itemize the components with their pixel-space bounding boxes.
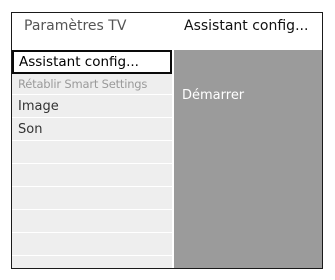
menu-item-son[interactable]: Son [12,119,172,141]
menu-item-retablir-smart-settings[interactable]: Rétablir Smart Settings [12,73,172,95]
menu-title: Paramètres TV [24,18,127,34]
tv-settings-menu: Paramètres TV Assistant config... Assist… [11,12,323,269]
menu-item-empty [12,165,172,187]
submenu-item-demarrer[interactable]: Démarrer [182,88,244,103]
menu-item-empty [12,142,172,164]
menu-item-label: Rétablir Smart Settings [18,77,148,91]
menu-item-label: Assistant config... [19,54,139,70]
menu-list: Assistant config... Rétablir Smart Setti… [12,50,172,268]
menu-item-empty [12,211,172,233]
menu-item-empty [12,234,172,256]
menu-item-label: Son [18,122,43,137]
menu-item-image[interactable]: Image [12,96,172,118]
submenu-panel: Démarrer [174,50,322,268]
menu-item-empty [12,188,172,210]
submenu-title: Assistant config... [184,18,309,34]
menu-item-assistant-config[interactable]: Assistant config... [12,50,172,74]
menu-item-label: Image [18,99,59,114]
